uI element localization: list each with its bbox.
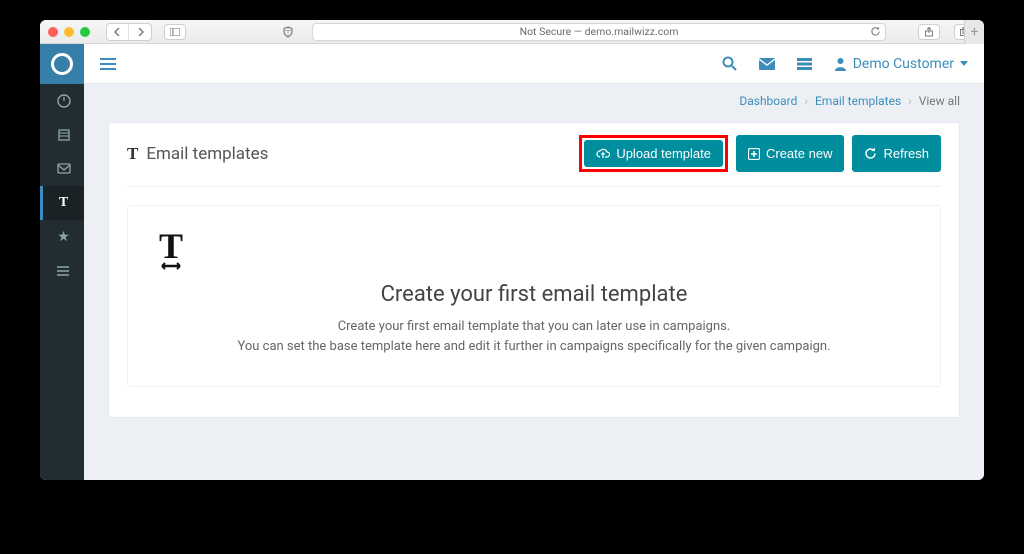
refresh-label: Refresh (883, 146, 929, 161)
svg-text:T: T (159, 228, 183, 266)
share-button[interactable] (918, 24, 940, 40)
sidebar-item-favorites[interactable]: ★ (40, 220, 84, 254)
sidebar-item-campaigns[interactable] (40, 152, 84, 186)
crumb-current: View all (919, 94, 960, 108)
sidebar-item-dashboard[interactable] (40, 84, 84, 118)
templates-panel: T Email templates Upload template C (108, 122, 960, 418)
lists-icon[interactable] (797, 58, 812, 70)
template-large-icon: T (148, 228, 920, 274)
mail-icon[interactable] (759, 58, 775, 70)
empty-line2: You can set the base template here and e… (148, 337, 920, 357)
templates-icon: T (127, 144, 138, 164)
main-area: Demo Customer Dashboard › Email template… (84, 44, 984, 480)
create-label: Create new (766, 146, 832, 161)
minimize-window-button[interactable] (64, 27, 74, 37)
upload-highlight: Upload template (579, 135, 728, 172)
nav-buttons (106, 23, 152, 41)
app-topbar: Demo Customer (84, 44, 984, 84)
sidebar-item-lists[interactable] (40, 118, 84, 152)
back-button[interactable] (107, 24, 129, 40)
address-text: Not Secure — demo.mailwizz.com (520, 25, 679, 38)
forward-button[interactable] (129, 24, 151, 40)
plus-square-icon (748, 148, 760, 160)
upload-template-button[interactable]: Upload template (584, 140, 723, 167)
maximize-window-button[interactable] (80, 27, 90, 37)
menu-toggle-icon[interactable] (100, 58, 116, 70)
empty-heading: Create your first email template (148, 282, 920, 307)
sidebar-toggle-button[interactable] (164, 24, 186, 40)
browser-window: Not Secure — demo.mailwizz.com + (40, 20, 984, 480)
traffic-lights (48, 27, 90, 37)
empty-line1: Create your first email template that yo… (148, 317, 920, 337)
refresh-button[interactable]: Refresh (852, 135, 941, 172)
app-sidebar: T ★ (40, 44, 84, 480)
caret-down-icon (960, 61, 968, 66)
panel-title-text: Email templates (146, 144, 268, 164)
close-window-button[interactable] (48, 27, 58, 37)
empty-state: T Create your first email template Creat… (127, 205, 941, 387)
new-tab-button[interactable]: + (964, 20, 984, 44)
sidebar-item-templates[interactable]: T (40, 186, 84, 220)
username-text: Demo Customer (853, 56, 954, 72)
crumb-dashboard[interactable]: Dashboard (739, 94, 797, 108)
refresh-icon (864, 147, 877, 160)
address-bar[interactable]: Not Secure — demo.mailwizz.com (312, 23, 886, 41)
sidebar-item-surveys[interactable] (40, 254, 84, 288)
reload-icon[interactable] (870, 26, 881, 37)
create-new-button[interactable]: Create new (736, 135, 844, 172)
browser-titlebar: Not Secure — demo.mailwizz.com + (40, 20, 984, 44)
privacy-shield-icon[interactable] (279, 24, 297, 40)
cloud-upload-icon (596, 148, 610, 160)
power-icon (51, 53, 73, 75)
panel-title: T Email templates (127, 144, 268, 164)
breadcrumb: Dashboard › Email templates › View all (84, 84, 984, 108)
search-icon[interactable] (722, 56, 737, 71)
crumb-templates[interactable]: Email templates (815, 94, 901, 108)
app-logo[interactable] (40, 44, 84, 84)
upload-label: Upload template (616, 146, 711, 161)
user-icon (834, 57, 847, 71)
user-menu[interactable]: Demo Customer (834, 56, 968, 72)
panel-header: T Email templates Upload template C (109, 123, 959, 182)
